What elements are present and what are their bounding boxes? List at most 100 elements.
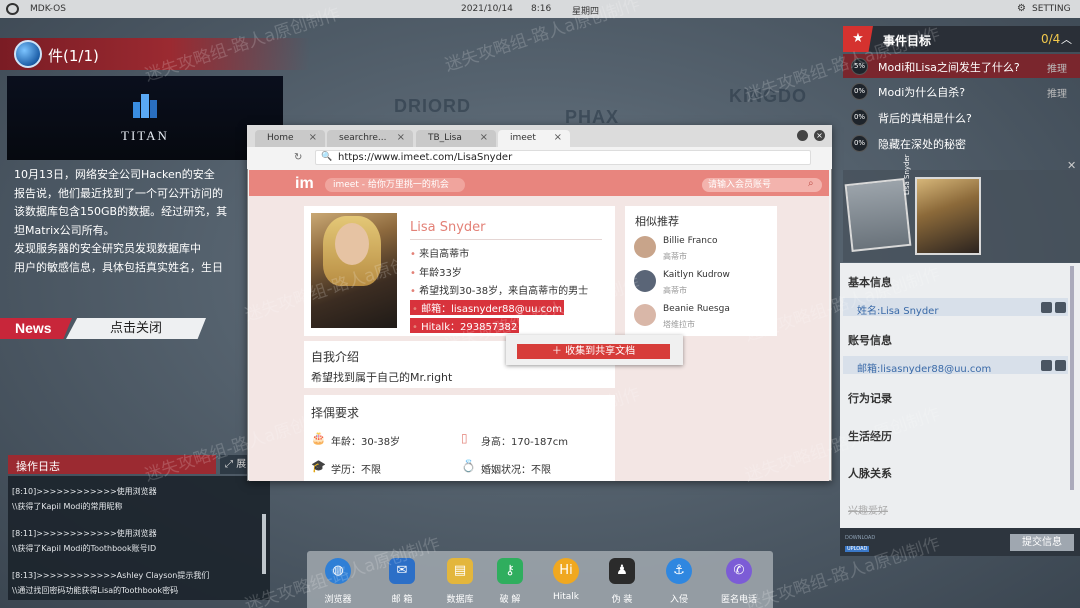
pref-height[interactable]: 身高：170-187cm bbox=[481, 433, 568, 448]
lisa-photo[interactable] bbox=[915, 177, 981, 255]
basic-info-title[interactable]: 基本信息 bbox=[848, 274, 892, 290]
cake-icon: 🎂 bbox=[311, 431, 326, 445]
expand-icon: ⤢ bbox=[225, 459, 237, 470]
time-display: 8:16 bbox=[531, 4, 552, 14]
reload-icon[interactable]: ↻ bbox=[294, 152, 302, 163]
profile-info-age[interactable]: 年龄33岁 bbox=[410, 264, 462, 279]
objective-progress: 0% bbox=[851, 135, 868, 152]
news-article-text: 10月13日，网络安全公司Hacken的安全 报告说，他们最近找到了一个可公开访… bbox=[14, 168, 228, 274]
globe-icon: ◍ bbox=[325, 558, 351, 584]
chevron-up-icon[interactable]: ︿ bbox=[1061, 31, 1072, 47]
hook-icon: ⚓ bbox=[666, 558, 692, 584]
log-entry-result: \\通过找回密码功能获得Lisa的Toothbook密码 bbox=[12, 586, 179, 595]
similar-city: 高蒂市 bbox=[663, 286, 687, 295]
relations-title[interactable]: 人脉关系 bbox=[848, 465, 892, 481]
tab-search-results[interactable]: searchre... × bbox=[327, 130, 413, 147]
document-icon[interactable] bbox=[1055, 302, 1066, 313]
gear-icon[interactable]: ⚙ bbox=[1017, 3, 1026, 14]
behavior-record-title[interactable]: 行为记录 bbox=[848, 390, 892, 406]
close-news-button[interactable]: 点击关闭 bbox=[66, 318, 206, 339]
dock-database[interactable]: ▤ 数据库 bbox=[440, 558, 480, 605]
close-tab-icon[interactable]: × bbox=[554, 132, 562, 143]
date-display: 2021/10/14 bbox=[461, 4, 513, 14]
dock-browser[interactable]: ◍ 浏览器 bbox=[318, 558, 358, 605]
divider bbox=[410, 239, 602, 240]
pref-age[interactable]: 年龄：30-38岁 bbox=[331, 433, 400, 448]
log-entry-action: [8:13]>>>>>>>>>>>>Ashley Clayson提示我们 bbox=[12, 571, 210, 580]
dock-disguise[interactable]: ♟ 伪 装 bbox=[602, 558, 642, 605]
log-entry-action: [8:11]>>>>>>>>>>>>使用浏览器 bbox=[12, 529, 157, 538]
dock-intrude[interactable]: ⚓ 入侵 bbox=[659, 558, 699, 605]
banner-brand-text: TITAN bbox=[121, 128, 169, 143]
log-entry: [8:11]>>>>>>>>>>>>使用浏览器 \\获得了Kapil Modi的T… bbox=[12, 527, 262, 555]
collect-to-shared-doc-button[interactable]: ＋ 收集到共享文档 bbox=[517, 344, 670, 359]
tab-home[interactable]: Home × bbox=[255, 130, 325, 147]
phone-icon: ✆ bbox=[726, 558, 752, 584]
close-tab-icon[interactable]: × bbox=[309, 132, 317, 143]
app-dock bbox=[307, 551, 773, 608]
objective-item[interactable]: 0% 背后的真相是什么? bbox=[843, 105, 1080, 129]
dock-crack[interactable]: ⚷ 破 解 bbox=[490, 558, 530, 605]
profile-info-email[interactable]: 邮箱：lisasnyder88@uu.com bbox=[410, 300, 564, 315]
intro-text[interactable]: 希望找到属于自己的Mr.right bbox=[311, 369, 452, 385]
case-title: 件(1/1) bbox=[48, 47, 99, 65]
objectives-title: 事件目标 bbox=[883, 34, 932, 48]
profile-info-seeking[interactable]: 希望找到30-38岁，来自高蒂市的男士 bbox=[410, 282, 588, 297]
dock-anonymous-call[interactable]: ✆ 匿名电话 bbox=[719, 558, 759, 605]
objective-item[interactable]: 5% Modi和Lisa之间发生了什么? 推理 bbox=[843, 54, 1080, 78]
member-search-input[interactable]: 请输入会员账号 bbox=[702, 178, 822, 192]
tab-tb-lisa[interactable]: TB_Lisa × bbox=[416, 130, 496, 147]
dock-label: 浏览器 bbox=[324, 595, 352, 605]
site-slogan: imeet - 给你万里挑一的机会 bbox=[325, 178, 465, 192]
collect-label: 收集到共享文档 bbox=[565, 346, 636, 357]
pref-marital[interactable]: 婚姻状况：不限 bbox=[481, 461, 551, 476]
account-info-title[interactable]: 账号信息 bbox=[848, 332, 892, 348]
dock-hitalk[interactable]: Hi Hitalk bbox=[546, 558, 586, 602]
dock-label: 伪 装 bbox=[611, 595, 633, 605]
url-input[interactable]: https://www.imeet.com/LisaSnyder bbox=[315, 150, 811, 165]
email-field: 邮箱:lisasnyder88@uu.com bbox=[857, 364, 992, 375]
document-icon[interactable] bbox=[1055, 360, 1066, 371]
dock-mail[interactable]: ✉ 邮 箱 bbox=[382, 558, 422, 605]
profile-info-hitalk[interactable]: Hitalk：293857382 bbox=[410, 318, 520, 333]
name-field: 姓名:Lisa Snyder bbox=[857, 306, 939, 317]
profile-info-hometown[interactable]: 来自高蒂市 bbox=[410, 245, 469, 260]
objective-progress: 0% bbox=[851, 109, 868, 126]
tab-imeet[interactable]: imeet × bbox=[498, 130, 570, 147]
close-window-button[interactable]: × bbox=[814, 130, 825, 141]
submit-info-button[interactable]: 提交信息 bbox=[1010, 534, 1074, 551]
setting-button[interactable]: SETTING bbox=[1032, 4, 1071, 14]
shield-icon[interactable] bbox=[1041, 360, 1052, 371]
objective-item[interactable]: 0% 隐藏在深处的秘密 bbox=[843, 131, 1080, 155]
close-tab-icon[interactable]: × bbox=[480, 132, 488, 143]
dock-label: 数据库 bbox=[446, 595, 474, 605]
similar-name[interactable]: Kaitlyn Kudrow bbox=[663, 270, 730, 280]
search-icon: 🔍 bbox=[321, 152, 333, 162]
case-header bbox=[0, 38, 310, 70]
similar-name[interactable]: Billie Franco bbox=[663, 236, 717, 246]
profile-panel-scrollbar[interactable] bbox=[1070, 266, 1074, 490]
objective-text: Modi和Lisa之间发生了什么? bbox=[878, 61, 1020, 74]
life-experience-title[interactable]: 生活经历 bbox=[848, 428, 892, 444]
shield-icon[interactable] bbox=[1041, 302, 1052, 313]
log-entry-action: [8:10]>>>>>>>>>>>>使用浏览器 bbox=[12, 487, 157, 496]
system-top-bar: MDK-OS 2021/10/14 8:16 星期四 ⚙ SETTING bbox=[0, 0, 1080, 18]
tab-label: Home bbox=[267, 133, 294, 143]
similar-name[interactable]: Beanie Ruesga bbox=[663, 304, 730, 314]
close-tab-icon[interactable]: × bbox=[397, 132, 405, 143]
log-scrollbar[interactable] bbox=[262, 514, 266, 574]
suspect-photo[interactable] bbox=[844, 178, 912, 252]
search-icon[interactable]: ⌕ bbox=[808, 178, 814, 189]
site-logo[interactable]: im bbox=[295, 175, 314, 193]
objective-item[interactable]: 0% Modi为什么自杀? 推理 bbox=[843, 79, 1080, 103]
similar-title: 相似推荐 bbox=[635, 215, 679, 228]
avatar[interactable] bbox=[634, 270, 656, 292]
similar-city: 塔维拉市 bbox=[663, 320, 695, 329]
pref-education[interactable]: 学历：不限 bbox=[331, 461, 381, 476]
avatar[interactable] bbox=[634, 304, 656, 326]
minimize-window-button[interactable] bbox=[797, 130, 808, 141]
profile-name: Lisa Snyder bbox=[410, 220, 486, 235]
avatar[interactable] bbox=[634, 236, 656, 258]
close-icon[interactable]: ✕ bbox=[1067, 159, 1076, 172]
tab-label: searchre... bbox=[339, 133, 387, 143]
